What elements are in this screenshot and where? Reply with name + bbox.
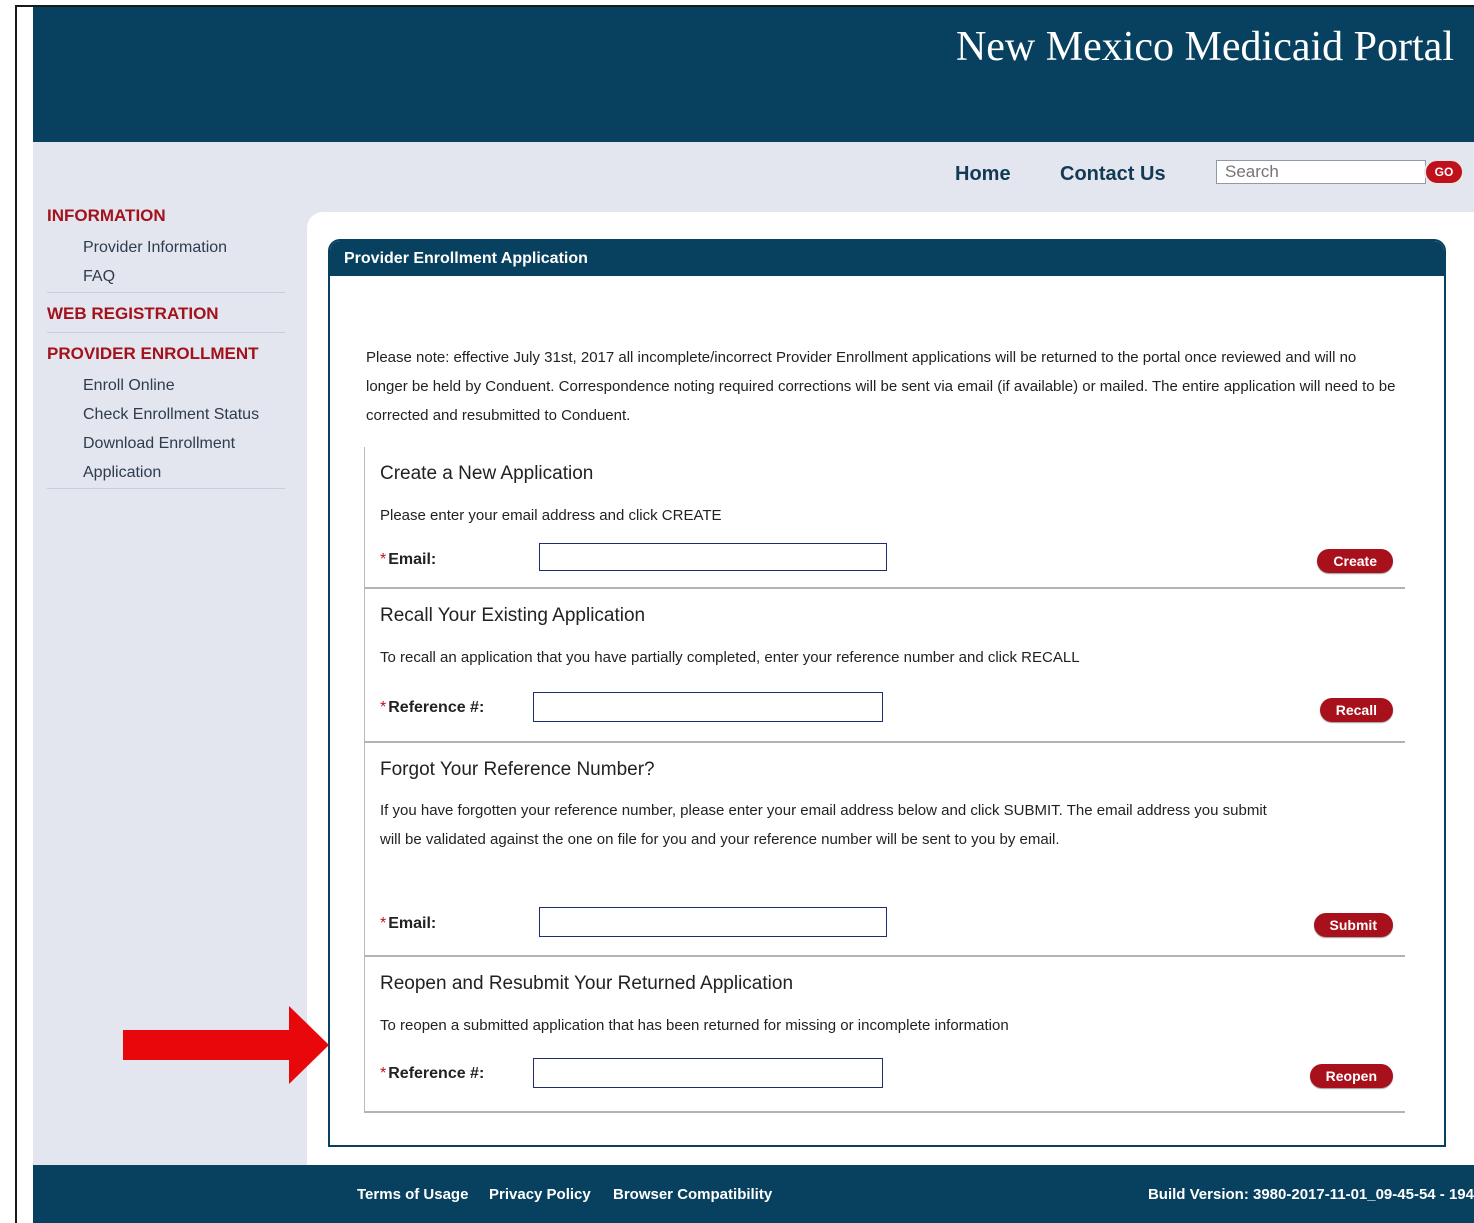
- recall-section-title: Recall Your Existing Application: [380, 605, 646, 626]
- sidebar-divider: [47, 292, 285, 293]
- sidebar-item-faq[interactable]: FAQ: [47, 262, 287, 291]
- enrollment-notice: Please note: effective July 31st, 2017 a…: [366, 349, 1396, 424]
- sidebar-item-download-enrollment-application[interactable]: Application: [47, 458, 287, 487]
- required-marker: *: [380, 699, 387, 716]
- create-application-section: Create a New Application Please enter yo…: [364, 447, 1405, 589]
- forgot-reference-section: Forgot Your Reference Number? If you hav…: [364, 743, 1405, 957]
- create-button[interactable]: Create: [1317, 549, 1393, 573]
- screenshot-frame: New Mexico Medicaid Portal Home Contact …: [0, 0, 1474, 1223]
- recall-section-description: To recall an application that you have p…: [380, 649, 1080, 666]
- arrow-right-annotation-icon: [123, 1006, 329, 1084]
- create-email-input[interactable]: [539, 543, 887, 571]
- sidebar-section-information[interactable]: INFORMATION: [47, 205, 287, 227]
- create-section-title: Create a New Application: [380, 463, 594, 484]
- create-section-description: Please enter your email address and clic…: [380, 507, 722, 524]
- top-navigation: Home Contact Us GO: [33, 157, 1474, 197]
- sidebar-item-check-enrollment-status[interactable]: Check Enrollment Status: [47, 400, 287, 429]
- sidebar: INFORMATION Provider Information FAQ WEB…: [47, 205, 287, 499]
- submit-button[interactable]: Submit: [1313, 913, 1393, 937]
- sidebar-section-provider-enrollment[interactable]: PROVIDER ENROLLMENT: [47, 343, 287, 365]
- main-content: Provider Enrollment Application Please n…: [307, 212, 1474, 1165]
- sidebar-item-provider-information[interactable]: Provider Information: [47, 233, 287, 262]
- create-email-label: * Email:: [380, 551, 437, 568]
- reopen-application-section: Reopen and Resubmit Your Returned Applic…: [364, 957, 1405, 1113]
- sidebar-divider: [47, 332, 285, 333]
- build-version: Build Version: 3980-2017-11-01_09-45-54 …: [1147, 1186, 1474, 1203]
- required-marker: *: [380, 551, 387, 568]
- sidebar-item-download-enrollment[interactable]: Download Enrollment: [47, 429, 287, 458]
- nav-contact-link[interactable]: Contact Us: [1060, 163, 1166, 186]
- recall-button[interactable]: Recall: [1319, 698, 1393, 722]
- sidebar-item-enroll-online[interactable]: Enroll Online: [47, 371, 287, 400]
- site-header: New Mexico Medicaid Portal: [33, 7, 1474, 142]
- reopen-button[interactable]: Reopen: [1309, 1064, 1393, 1088]
- recall-reference-label: * Reference #:: [380, 699, 485, 716]
- search-go-button[interactable]: GO: [1424, 159, 1464, 185]
- required-marker: *: [380, 1065, 387, 1082]
- forgot-section-title: Forgot Your Reference Number?: [380, 759, 655, 780]
- panel-header: Provider Enrollment Application: [330, 241, 1444, 276]
- panel-title: Provider Enrollment Application: [344, 250, 588, 267]
- reopen-section-title: Reopen and Resubmit Your Returned Applic…: [380, 973, 794, 994]
- site-footer: Terms of Usage Privacy Policy Browser Co…: [33, 1165, 1474, 1223]
- reopen-section-description: To reopen a submitted application that h…: [380, 1017, 1009, 1034]
- footer-browser-compatibility-link[interactable]: Browser Compatibility: [613, 1186, 772, 1203]
- footer-privacy-link[interactable]: Privacy Policy: [489, 1186, 591, 1203]
- sidebar-section-web-registration[interactable]: WEB REGISTRATION: [47, 303, 287, 325]
- frame-left-border: [15, 5, 17, 1223]
- site-title: New Mexico Medicaid Portal: [955, 24, 1454, 70]
- footer-terms-link[interactable]: Terms of Usage: [357, 1186, 468, 1203]
- reopen-reference-label: * Reference #:: [380, 1065, 485, 1082]
- nav-home-link[interactable]: Home: [955, 163, 1011, 186]
- forgot-email-label: * Email:: [380, 915, 437, 932]
- sidebar-divider: [47, 488, 285, 489]
- recall-application-section: Recall Your Existing Application To reca…: [364, 589, 1405, 743]
- recall-reference-input[interactable]: [533, 692, 883, 722]
- forgot-section-description: If you have forgotten your reference num…: [380, 802, 1267, 848]
- required-marker: *: [380, 915, 387, 932]
- enrollment-panel: Provider Enrollment Application Please n…: [328, 239, 1446, 1147]
- search-input[interactable]: [1216, 160, 1426, 184]
- reopen-reference-input[interactable]: [533, 1058, 883, 1088]
- forgot-email-input[interactable]: [539, 907, 887, 937]
